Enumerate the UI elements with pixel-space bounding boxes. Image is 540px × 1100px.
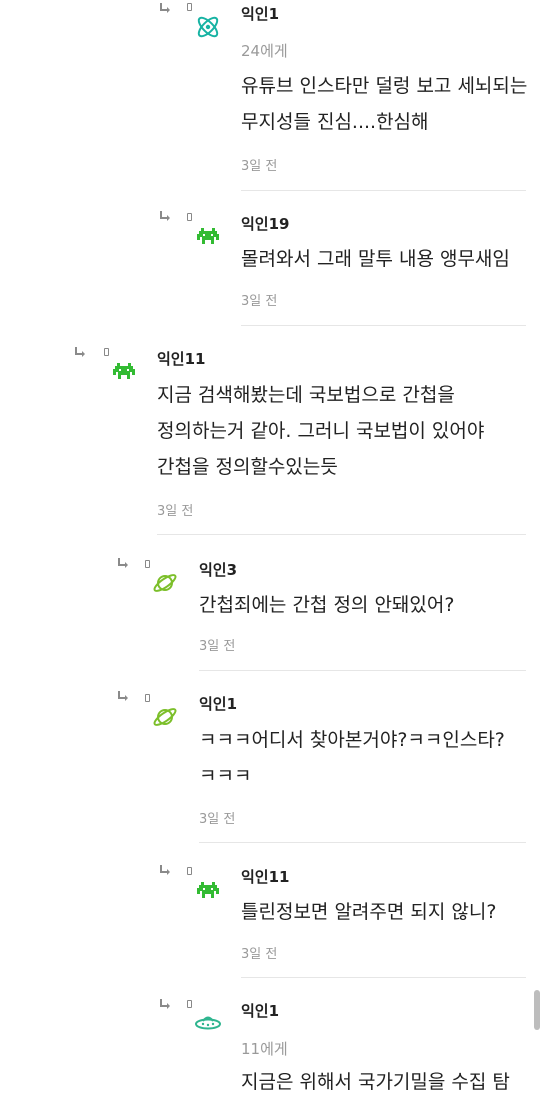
comment-time: 3일 전: [241, 159, 278, 174]
reply-arrow-icon: [116, 557, 130, 571]
level-marker-icon: [104, 348, 109, 356]
comment-text: 지금 검색해봤는데 국보법으로 간첩을 정의하는거 같아. 그러니 국보법이 있…: [157, 384, 491, 478]
space-invader-icon[interactable]: [110, 357, 138, 385]
comment-mention[interactable]: 11에게: [241, 1038, 288, 1059]
comment-text: 틀린정보면 알려주면 되지 않니?: [241, 901, 497, 923]
planet-icon[interactable]: [151, 703, 179, 731]
reply-arrow-icon: [158, 2, 172, 16]
reply-arrow-icon: [158, 864, 172, 878]
level-marker-icon: [145, 694, 150, 702]
level-marker-icon: [187, 867, 192, 875]
comment-author[interactable]: 익인1: [241, 1000, 279, 1021]
comment-text: 간첩죄에는 간첩 정의 안돼있어?: [199, 594, 455, 616]
level-marker-icon: [187, 1000, 192, 1008]
comment-time: 3일 전: [157, 504, 194, 519]
level-marker-icon: [145, 560, 150, 568]
divider: [241, 325, 526, 326]
space-invader-icon[interactable]: [194, 876, 222, 904]
reply-arrow-icon: [158, 210, 172, 224]
comment-author[interactable]: 익인1: [241, 3, 279, 24]
divider: [199, 670, 526, 671]
level-marker-icon: [187, 3, 192, 11]
reply-arrow-icon: [158, 998, 172, 1012]
level-marker-icon: [187, 213, 192, 221]
comment-time: 3일 전: [199, 639, 236, 654]
reply-arrow-icon: [73, 346, 87, 360]
comment-author[interactable]: 익인1: [199, 693, 237, 714]
comment-text: ㅋㅋㅋ어디서 찾아본거야?ㅋㅋ인스타?ㅋㅋㅋ: [199, 729, 505, 787]
scrollbar[interactable]: [534, 990, 540, 1030]
comment-author[interactable]: 익인11: [241, 866, 289, 887]
planet-icon[interactable]: [151, 569, 179, 597]
reply-arrow-icon: [116, 690, 130, 704]
comment-text: 지금은 위해서 국가기밀을 수집 탐: [241, 1071, 510, 1093]
comment-author[interactable]: 익인19: [241, 213, 289, 234]
divider: [241, 977, 526, 978]
divider: [157, 534, 526, 535]
comment-time: 3일 전: [241, 294, 278, 309]
comment-author[interactable]: 익인11: [157, 348, 205, 369]
comment-mention[interactable]: 24에게: [241, 40, 288, 61]
comment-author[interactable]: 익인3: [199, 559, 237, 580]
divider: [241, 190, 526, 191]
comment-time: 3일 전: [241, 947, 278, 962]
comment-time: 3일 전: [199, 812, 236, 827]
comment-text: 유튜브 인스타만 덜렁 보고 세뇌되는 무지성들 진심....한심해: [241, 75, 534, 133]
divider: [199, 842, 526, 843]
ufo-icon[interactable]: [194, 1009, 222, 1037]
comment-text: 몰려와서 그래 말투 내용 앵무새임: [241, 248, 510, 270]
atom-icon[interactable]: [194, 13, 222, 41]
space-invader-icon[interactable]: [194, 222, 222, 250]
